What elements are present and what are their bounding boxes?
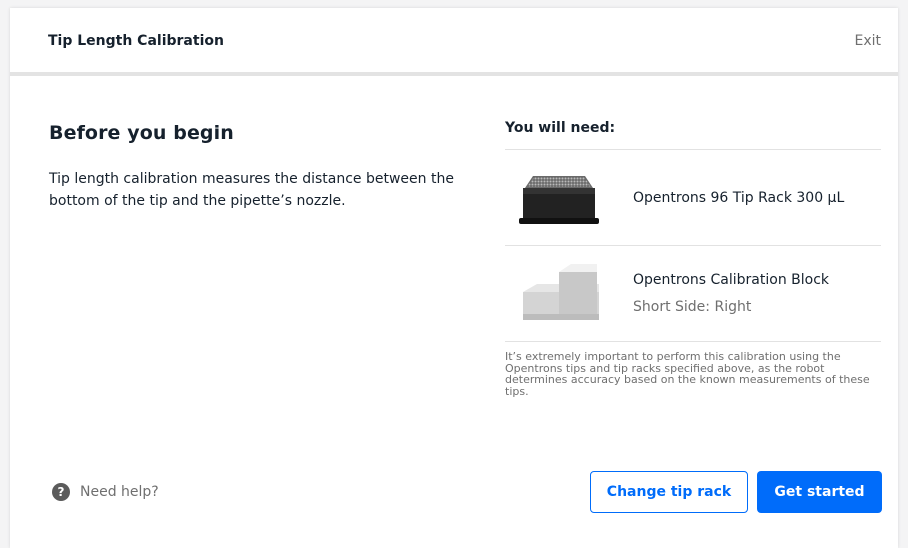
calibration-block-image — [523, 264, 599, 320]
exit-button[interactable]: Exit — [854, 33, 881, 49]
calibration-modal: Tip Length Calibration Exit Before you b… — [10, 8, 898, 548]
intro-description: Tip length calibration measures the dist… — [49, 171, 454, 209]
tip-rack-image — [519, 176, 599, 224]
requirement-item-tip-rack: Opentrons 96 Tip Rack 300 µL — [505, 149, 881, 245]
need-help-label: Need help? — [80, 484, 159, 500]
calibration-note: It’s extremely important to perform this… — [505, 350, 870, 398]
tip-rack-name: Opentrons 96 Tip Rack 300 µL — [633, 190, 845, 206]
intro-heading: Before you begin — [49, 122, 234, 144]
calibration-block-subtitle: Short Side: Right — [633, 299, 752, 315]
get-started-button[interactable]: Get started — [757, 471, 882, 513]
requirement-item-calibration-block: Opentrons Calibration Block Short Side: … — [505, 245, 881, 342]
modal-header: Tip Length Calibration Exit — [10, 8, 898, 76]
requirements-title: You will need: — [505, 120, 616, 136]
change-tip-rack-button[interactable]: Change tip rack — [590, 471, 748, 513]
modal-title: Tip Length Calibration — [48, 33, 224, 49]
calibration-block-name: Opentrons Calibration Block — [633, 272, 829, 288]
question-circle-icon: ? — [52, 483, 70, 501]
need-help-link[interactable]: ? Need help? — [52, 483, 159, 501]
